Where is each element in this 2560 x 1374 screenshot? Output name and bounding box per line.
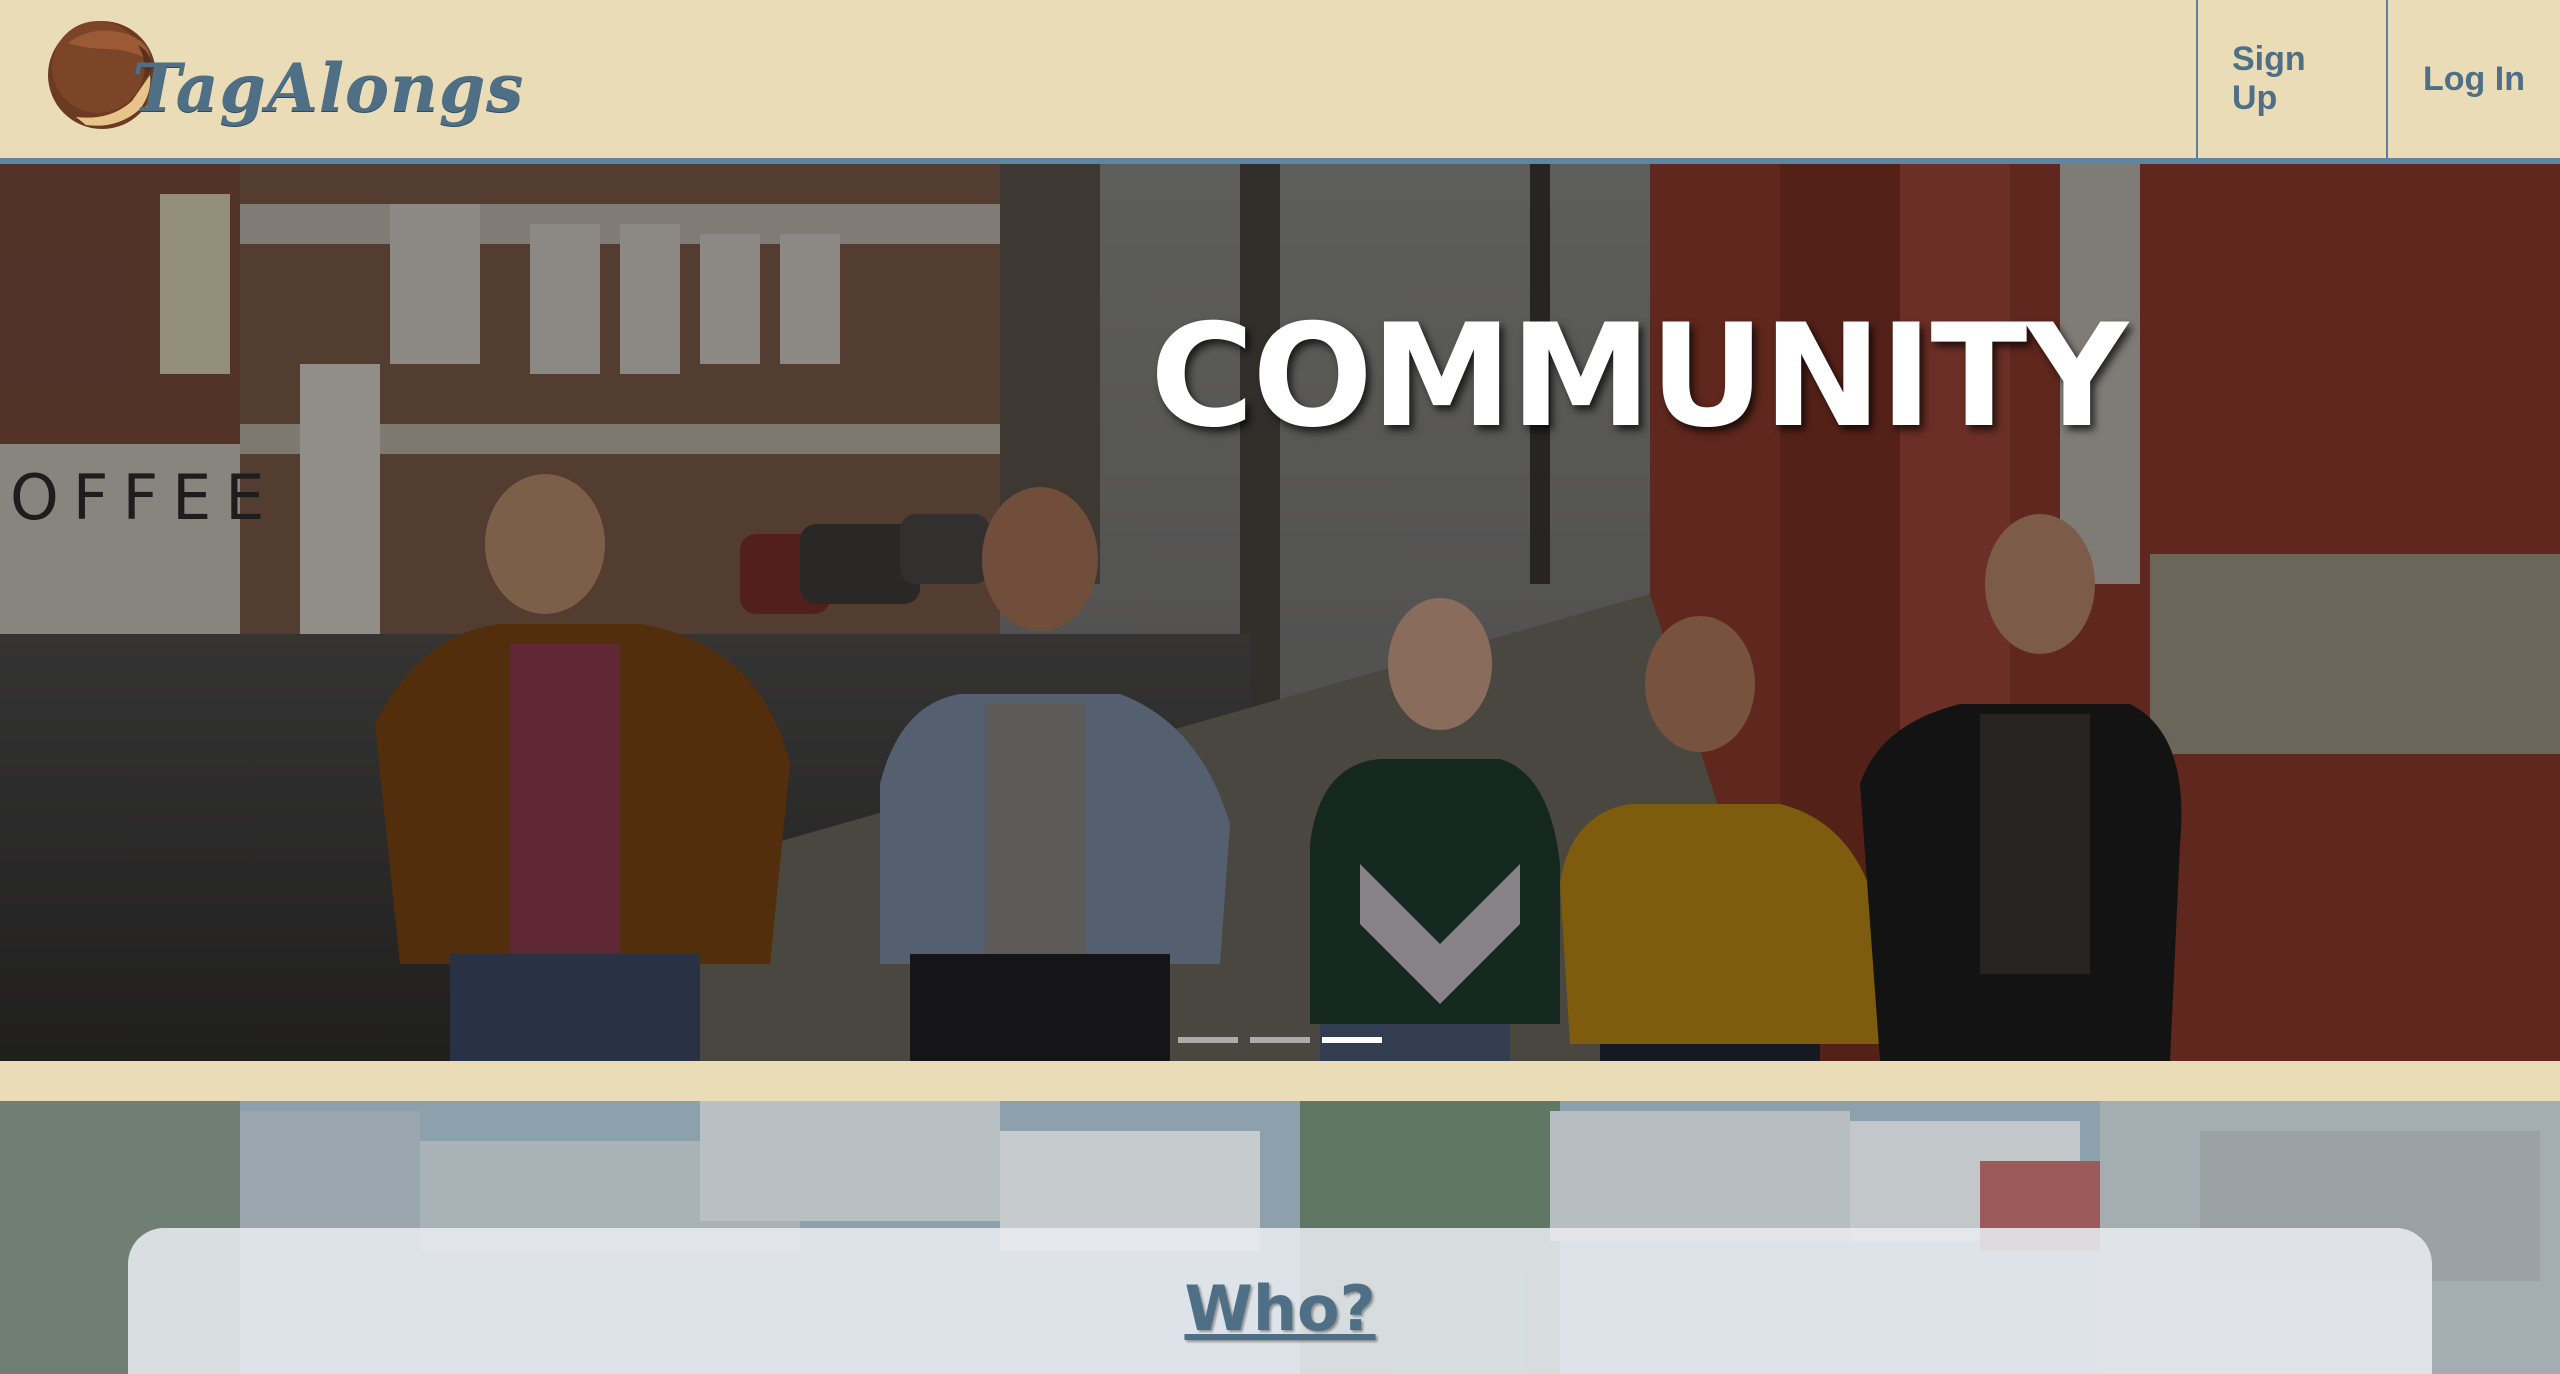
carousel-indicators xyxy=(1178,1037,1382,1043)
brand-logo[interactable]: TagAlongs xyxy=(40,5,523,145)
brand-name: TagAlongs xyxy=(132,49,525,127)
who-heading: Who? xyxy=(1184,1272,1376,1345)
carousel-indicator-3[interactable] xyxy=(1322,1037,1382,1043)
who-section: Who? xyxy=(0,1101,2560,1374)
nav-links: Sign Up Log In xyxy=(2196,0,2560,158)
navbar: TagAlongs Sign Up Log In xyxy=(0,0,2560,158)
section-divider xyxy=(0,1061,2560,1101)
hero-title: COMMUNITY xyxy=(1150,294,2128,459)
hero-carousel: OFFEE xyxy=(0,158,2560,1061)
signup-link[interactable]: Sign Up xyxy=(2196,0,2386,158)
carousel-indicator-1[interactable] xyxy=(1178,1037,1238,1043)
carousel-indicator-2[interactable] xyxy=(1250,1037,1310,1043)
login-link[interactable]: Log In xyxy=(2386,0,2560,158)
who-card: Who? xyxy=(128,1228,2432,1374)
